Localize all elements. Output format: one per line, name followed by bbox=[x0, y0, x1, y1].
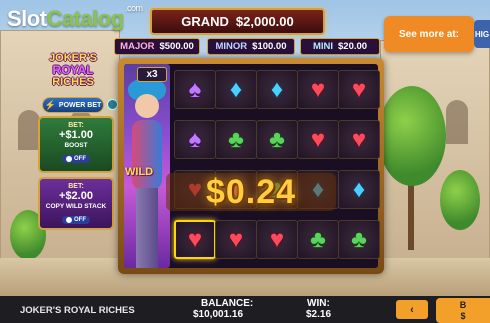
jackpot-major: MAJOR $500.00 bbox=[114, 38, 200, 55]
bet-stack-label: COPY WILD STACK bbox=[45, 203, 107, 210]
window-arch bbox=[18, 110, 40, 150]
game-logo: JOKER'S ROYAL RICHES bbox=[34, 52, 112, 92]
reel-cell: ♦ bbox=[338, 170, 380, 209]
reel-cell: ♥ bbox=[215, 220, 257, 259]
reel-cell: ♥ bbox=[338, 70, 380, 109]
club-icon: ♣ bbox=[310, 225, 326, 253]
heart-icon: ♥ bbox=[310, 125, 326, 153]
info-icon[interactable] bbox=[107, 99, 118, 110]
toggle-knob-icon bbox=[66, 217, 72, 223]
heart-icon: ♥ bbox=[187, 225, 203, 253]
heart-icon: ♥ bbox=[310, 75, 326, 103]
balance-label: BALANCE: bbox=[201, 298, 254, 309]
club-icon: ♣ bbox=[228, 125, 244, 153]
bet-boost-toggle-label: OFF bbox=[74, 156, 86, 162]
bet-boost-amount: +$1.00 bbox=[59, 129, 93, 141]
reel-cell: ♠ bbox=[174, 70, 216, 109]
reel-cell: ♠ bbox=[174, 120, 216, 159]
spade-icon: ♠ bbox=[188, 75, 202, 103]
previous-button[interactable]: ‹ bbox=[396, 300, 428, 319]
heart-icon: ♥ bbox=[269, 225, 285, 253]
power-bet-label: POWER BET bbox=[58, 101, 102, 109]
heart-icon: ♥ bbox=[228, 225, 244, 253]
game-logo-line3: RICHES bbox=[52, 76, 94, 88]
heart-icon: ♥ bbox=[351, 75, 367, 103]
power-bet-badge: ⚡ POWER BET bbox=[42, 97, 104, 113]
reel-cell: ♥ bbox=[256, 220, 298, 259]
site-logo[interactable]: SlotCatalog .com bbox=[7, 3, 143, 32]
bet-button-value: $ bbox=[460, 311, 466, 321]
reel-cell: ♦ bbox=[215, 70, 257, 109]
diamond-icon: ♦ bbox=[229, 75, 243, 103]
diamond-icon: ♦ bbox=[270, 75, 284, 103]
jackpot-minor-label: MINOR bbox=[215, 41, 248, 52]
jackpot-minor-value: $100.00 bbox=[252, 41, 287, 52]
window-arch bbox=[446, 100, 468, 144]
tree bbox=[378, 86, 446, 186]
club-icon: ♣ bbox=[351, 225, 367, 253]
balance-value: $10,001.16 bbox=[193, 309, 244, 320]
bet-boost-title: BET: bbox=[68, 122, 84, 129]
bet-stack-toggle-label: OFF bbox=[74, 217, 86, 223]
bet-stack-amount: +$2.00 bbox=[59, 190, 93, 202]
logo-text-catalog: Catalog bbox=[46, 6, 125, 31]
win-label: WIN: bbox=[307, 298, 330, 309]
bet-boost-label: BOOST bbox=[64, 142, 88, 149]
lightning-icon: ⚡ bbox=[44, 99, 56, 110]
see-more-button[interactable]: See more at: bbox=[384, 16, 474, 52]
reel-cell: ♥ bbox=[297, 70, 339, 109]
game-logo-line2: ROYAL bbox=[52, 63, 94, 77]
jester-head bbox=[135, 94, 159, 118]
heart-icon: ♥ bbox=[351, 125, 367, 153]
toggle-knob-icon bbox=[66, 156, 72, 162]
reel-cell: ♦ bbox=[256, 70, 298, 109]
jackpot-grand-value: $2,000.00 bbox=[235, 14, 294, 29]
win-value: $2.16 bbox=[306, 309, 332, 320]
multiplier-badge: x3 bbox=[137, 67, 167, 82]
footer-game-title: JOKER'S ROYAL RICHES bbox=[20, 305, 135, 316]
reel-cell: ♥ bbox=[297, 120, 339, 159]
reel-cell: ♥ bbox=[174, 220, 216, 259]
side-tab-button[interactable]: HIG bbox=[474, 20, 490, 48]
reel-cell: ♣ bbox=[297, 220, 339, 259]
reel-cell: ♣ bbox=[256, 120, 298, 159]
reel-cell: ♥ bbox=[338, 120, 380, 159]
tree-trunk bbox=[408, 180, 414, 250]
reel-cell: ♣ bbox=[338, 220, 380, 259]
jackpot-grand-label: GRAND bbox=[181, 14, 229, 29]
jackpot-mini-label: MINI bbox=[312, 41, 333, 52]
logo-tld: .com bbox=[125, 3, 143, 13]
diamond-icon: ♦ bbox=[352, 175, 366, 203]
club-icon: ♣ bbox=[269, 125, 285, 153]
jackpot-minor: MINOR $100.00 bbox=[207, 38, 295, 55]
jester-legs bbox=[136, 188, 158, 268]
bet-stack-panel[interactable]: BET: +$2.00 COPY WILD STACK OFF bbox=[38, 177, 114, 230]
jackpot-grand: GRAND $2,000.00 bbox=[150, 8, 325, 35]
reel-cell: ♣ bbox=[215, 120, 257, 159]
bet-stack-title: BET: bbox=[68, 183, 84, 190]
jackpot-major-value: $500.00 bbox=[159, 41, 194, 52]
wild-label: WILD bbox=[125, 166, 154, 178]
bet-boost-toggle[interactable]: OFF bbox=[62, 155, 90, 163]
spade-icon: ♠ bbox=[188, 125, 202, 153]
jackpot-mini-value: $20.00 bbox=[338, 41, 368, 52]
bet-stack-toggle[interactable]: OFF bbox=[62, 216, 90, 224]
tree bbox=[440, 170, 480, 230]
jackpot-major-label: MAJOR bbox=[120, 41, 155, 52]
logo-text-slot: Slot bbox=[7, 6, 47, 31]
jackpot-mini: MINI $20.00 bbox=[300, 38, 380, 55]
bet-button-label: B bbox=[459, 300, 467, 310]
win-amount-display: $0.24 bbox=[166, 173, 336, 211]
bet-boost-panel[interactable]: BET: +$1.00 BOOST OFF bbox=[38, 116, 114, 173]
bet-button[interactable]: B $ bbox=[436, 298, 490, 323]
